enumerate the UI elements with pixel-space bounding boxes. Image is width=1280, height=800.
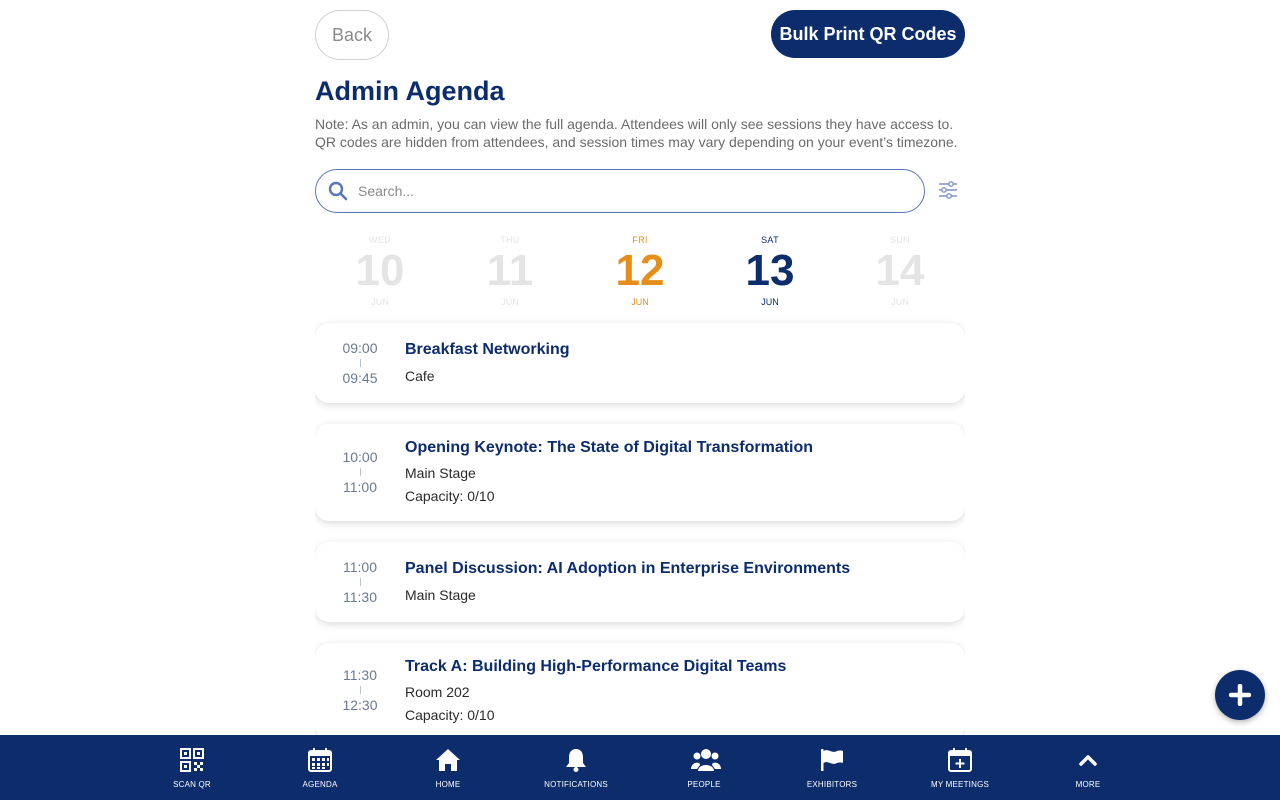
- day-weekday: SAT: [761, 235, 779, 245]
- back-button[interactable]: Back: [315, 10, 389, 60]
- day-weekday: WED: [369, 235, 391, 245]
- session-title: Opening Keynote: The State of Digital Tr…: [405, 439, 814, 456]
- plus-icon: [1229, 684, 1251, 706]
- nav-exhibitors[interactable]: EXHIBITORS: [782, 735, 882, 800]
- flag-icon: [821, 749, 843, 771]
- time-separator: [359, 359, 361, 367]
- day-number: 14: [875, 246, 925, 295]
- session-times: 09:00 09:45: [315, 340, 405, 386]
- search-icon: [328, 181, 348, 201]
- day-weekday: SUN: [890, 235, 910, 245]
- session-times: 11:00 11:30: [315, 559, 405, 605]
- nav-people[interactable]: PEOPLE: [654, 735, 754, 800]
- session-card[interactable]: 10:00 11:00 Opening Keynote: The State o…: [315, 424, 965, 521]
- session-location: Room 202: [405, 684, 470, 700]
- page-title: Admin Agenda: [315, 76, 505, 106]
- session-end-time: 11:30: [343, 589, 377, 605]
- day-number: 13: [745, 246, 795, 295]
- day-thu-11[interactable]: THU 11 JUN: [445, 234, 575, 308]
- session-capacity: Capacity: 0/10: [405, 707, 495, 723]
- session-start-time: 09:00: [342, 340, 378, 356]
- day-weekday: THU: [500, 235, 520, 245]
- nav-notifications[interactable]: NOTIFICATIONS: [526, 735, 626, 800]
- calendar-icon: [308, 748, 332, 772]
- date-selector: WED 10 JUN THU 11 JUN FRI 12 JUN SAT 13 …: [315, 234, 965, 310]
- session-times: 10:00 11:00: [315, 449, 405, 495]
- time-separator: [359, 578, 361, 586]
- bulk-print-qr-button[interactable]: Bulk Print QR Codes: [771, 10, 965, 58]
- session-end-time: 11:00: [343, 479, 377, 495]
- session-times: 11:30 12:30: [315, 667, 405, 713]
- filter-sliders-icon[interactable]: [937, 179, 959, 201]
- session-title: Track A: Building High-Performance Digit…: [405, 658, 787, 675]
- calendar-plus-icon: [948, 748, 972, 772]
- session-card[interactable]: 11:00 11:30 Panel Discussion: AI Adoptio…: [315, 542, 965, 622]
- day-sat-13[interactable]: SAT 13 JUN: [705, 234, 835, 308]
- nav-label: AGENDA: [302, 780, 338, 789]
- home-icon: [436, 749, 460, 771]
- day-wed-10[interactable]: WED 10 JUN: [315, 234, 445, 308]
- day-month: JUN: [501, 297, 519, 307]
- nav-home[interactable]: HOME: [398, 735, 498, 800]
- nav-label: NOTIFICATIONS: [544, 780, 608, 789]
- day-number: 10: [355, 246, 405, 295]
- bell-icon: [566, 749, 586, 772]
- search-input[interactable]: [358, 183, 898, 199]
- chevron-up-icon: [1079, 755, 1097, 766]
- day-month: JUN: [761, 297, 779, 307]
- session-start-time: 11:30: [343, 667, 377, 683]
- day-fri-12[interactable]: FRI 12 JUN: [575, 234, 705, 308]
- agenda-content: Back Bulk Print QR Codes Admin Agenda No…: [315, 0, 965, 735]
- session-start-time: 10:00: [342, 449, 378, 465]
- nav-label: MORE: [1075, 780, 1101, 789]
- session-location: Main Stage: [405, 465, 476, 481]
- session-location: Main Stage: [405, 587, 476, 603]
- day-number: 12: [615, 246, 665, 295]
- session-card[interactable]: 11:30 12:30 Track A: Building High-Perfo…: [315, 643, 965, 735]
- nav-more[interactable]: MORE: [1038, 735, 1138, 800]
- bottom-nav: SCAN QR AGENDA HOME NOTIFICATIONS PEOPLE…: [0, 735, 1280, 800]
- day-weekday: FRI: [632, 235, 648, 245]
- admin-note: Note: As an admin, you can view the full…: [315, 116, 958, 150]
- time-separator: [359, 468, 361, 476]
- session-title: Panel Discussion: AI Adoption in Enterpr…: [405, 560, 851, 577]
- session-card[interactable]: 09:00 09:45 Breakfast Networking Cafe: [315, 323, 965, 403]
- nav-agenda[interactable]: AGENDA: [270, 735, 370, 800]
- day-number: 11: [486, 246, 534, 295]
- day-month: JUN: [891, 297, 909, 307]
- search-bar: [315, 169, 925, 213]
- nav-label: SCAN QR: [173, 780, 211, 789]
- session-location: Cafe: [405, 368, 435, 384]
- nav-label: MY MEETINGS: [930, 780, 990, 789]
- qr-code-icon: [180, 748, 204, 772]
- add-fab-button[interactable]: [1215, 670, 1265, 720]
- nav-scan-qr[interactable]: SCAN QR: [142, 735, 242, 800]
- session-start-time: 11:00: [343, 559, 377, 575]
- day-month: JUN: [631, 297, 649, 307]
- session-capacity: Capacity: 0/10: [405, 488, 495, 504]
- session-title: Breakfast Networking: [405, 341, 570, 358]
- day-sun-14[interactable]: SUN 14 JUN: [835, 234, 965, 308]
- nav-my-meetings[interactable]: MY MEETINGS: [910, 735, 1010, 800]
- session-end-time: 09:45: [342, 370, 378, 386]
- time-separator: [359, 686, 361, 694]
- session-end-time: 12:30: [342, 697, 378, 713]
- nav-label: HOME: [435, 780, 461, 789]
- nav-label: EXHIBITORS: [806, 780, 858, 789]
- day-month: JUN: [371, 297, 389, 307]
- people-icon: [691, 749, 721, 771]
- nav-label: PEOPLE: [687, 780, 721, 789]
